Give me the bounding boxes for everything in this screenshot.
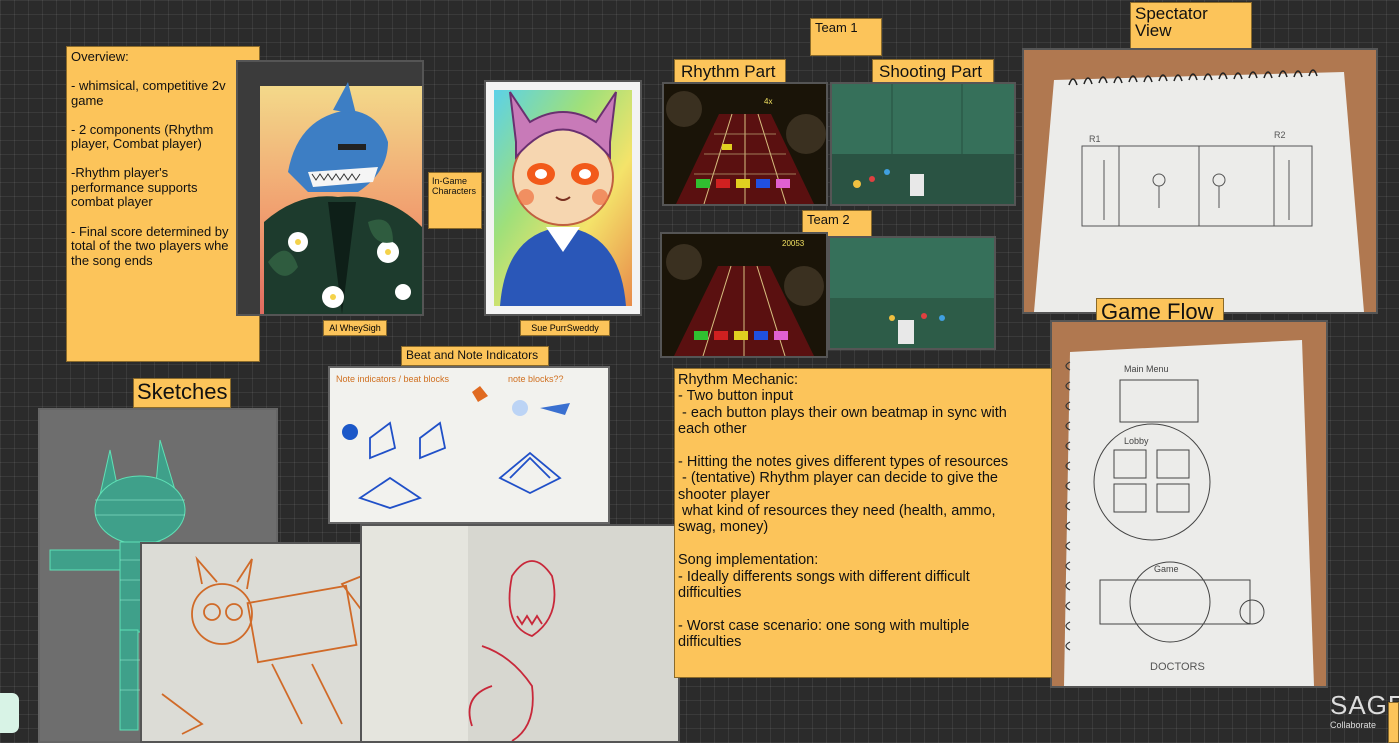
hud-multiplier: 4x bbox=[764, 97, 772, 106]
gameflow-lobby-text: Lobby bbox=[1124, 436, 1149, 446]
spectator-view-label[interactable]: Spectator View bbox=[1130, 2, 1252, 52]
team1-label[interactable]: Team 1 bbox=[810, 18, 882, 56]
gameflow-game-text: Game bbox=[1154, 564, 1179, 574]
beat-note-indicators-sketch-image[interactable]: Note indicators / beat blocks note block… bbox=[328, 366, 610, 524]
shooting-gameplay-team1-image[interactable] bbox=[830, 82, 1016, 206]
shark-caption: Al WheySigh bbox=[323, 320, 387, 336]
shark-character-image[interactable] bbox=[236, 60, 424, 316]
bottom-right-note-corner[interactable] bbox=[1388, 702, 1399, 743]
hud-score: 20053 bbox=[782, 239, 805, 248]
left-panel-toggle-button[interactable] bbox=[0, 693, 19, 733]
spectator-r2-text: R2 bbox=[1274, 130, 1286, 140]
spectator-view-sketch-image[interactable]: R1 R2 bbox=[1022, 48, 1378, 314]
sketches-label[interactable]: Sketches bbox=[133, 378, 231, 408]
cat-caption: Sue PurrSweddy bbox=[520, 320, 610, 336]
gameflow-main-menu-text: Main Menu bbox=[1124, 364, 1169, 374]
gameflow-footer-text: DOCTORS bbox=[1150, 661, 1205, 673]
game-flow-sketch-image[interactable]: Main Menu Lobby Game DOCTORS bbox=[1050, 320, 1328, 688]
red-character-sketch-image[interactable] bbox=[360, 524, 680, 743]
beat-sketch-note-text: note blocks?? bbox=[508, 374, 564, 384]
rhythm-gameplay-team1-image[interactable]: 4x bbox=[662, 82, 828, 206]
overview-note[interactable]: Overview: - whimsical, competitive 2v ga… bbox=[66, 46, 260, 362]
shooting-gameplay-team2-image[interactable] bbox=[828, 236, 996, 350]
in-game-characters-label[interactable]: In-Game Characters bbox=[428, 172, 482, 229]
beat-sketch-header-text: Note indicators / beat blocks bbox=[336, 374, 450, 384]
rhythm-gameplay-team2-image[interactable]: 20053 bbox=[660, 232, 828, 358]
spectator-r1-text: R1 bbox=[1089, 134, 1101, 144]
rhythm-mechanic-note[interactable]: Rhythm Mechanic: - Two button input - ea… bbox=[674, 368, 1052, 678]
cat-character-image[interactable] bbox=[484, 80, 642, 316]
beat-note-indicators-label[interactable]: Beat and Note Indicators bbox=[401, 346, 549, 366]
